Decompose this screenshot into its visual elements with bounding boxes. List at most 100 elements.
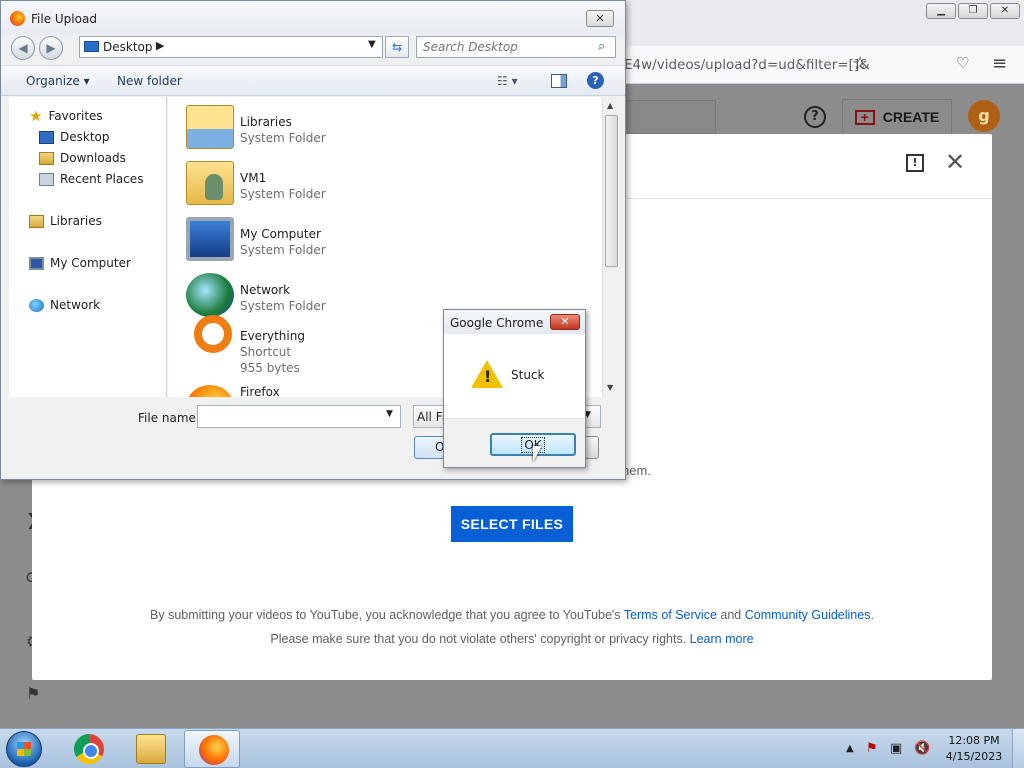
nav-my-computer[interactable]: My Computer [29, 256, 131, 270]
list-item[interactable]: Firefox [186, 371, 446, 397]
alert-titlebar: Google Chrome ✕ [444, 310, 585, 334]
terms-of-service-link[interactable]: Terms of Service [624, 608, 717, 622]
feedback-icon[interactable]: ! [906, 154, 924, 172]
nav-desktop[interactable]: Desktop [39, 130, 110, 144]
show-desktop-button[interactable] [1012, 729, 1024, 768]
nav-label: Libraries [50, 214, 102, 228]
file-type: System Folder [240, 299, 326, 313]
list-item[interactable]: My Computer System Folder [186, 211, 446, 263]
file-name: My Computer [240, 227, 321, 241]
start-button[interactable] [6, 731, 42, 767]
filter-value: All Fi [417, 410, 446, 424]
scrollbar[interactable]: ▲ ▼ [602, 97, 619, 397]
chrome-alert-dialog: Google Chrome ✕ ! Stuck OK [443, 309, 586, 468]
avatar[interactable]: g [968, 100, 1000, 132]
community-guidelines-link[interactable]: Community Guidelines [745, 608, 871, 622]
file-type: System Folder [240, 243, 326, 257]
nav-recent-places[interactable]: Recent Places [39, 172, 143, 186]
nav-network[interactable]: Network [29, 298, 100, 312]
organize-menu[interactable]: Organize ▾ [26, 74, 90, 88]
dialog-titlebar: File Upload ✕ [1, 1, 625, 35]
clock-time: 12:08 PM [948, 734, 1000, 747]
feedback-sidebar-icon[interactable]: ⚑ [26, 684, 40, 703]
alert-title: Google Chrome [450, 316, 544, 330]
close-button[interactable]: ✕ [990, 3, 1020, 19]
navigation-pane: ★ Favorites Desktop Downloads Recent Pla… [9, 97, 167, 397]
taskbar-chrome[interactable] [60, 730, 116, 768]
nav-label: Network [50, 298, 101, 312]
scroll-down-icon[interactable]: ▼ [607, 383, 613, 392]
everything-search-icon [194, 315, 232, 353]
legal-text: and [716, 608, 745, 622]
libraries-icon [186, 105, 234, 149]
create-button[interactable]: + CREATE [842, 99, 952, 135]
scroll-up-icon[interactable]: ▲ [607, 101, 613, 110]
refresh-button[interactable]: ⇆ [385, 36, 409, 58]
volume-muted-icon[interactable]: 🔇 [914, 741, 930, 756]
file-name: Firefox [240, 385, 280, 397]
nav-label: Favorites [48, 109, 103, 123]
taskbar-explorer[interactable] [122, 730, 178, 768]
nav-label: My Computer [50, 256, 131, 270]
legal-text-line-1: By submitting your videos to YouTube, yo… [32, 608, 992, 622]
url-bar[interactable]: E4w/videos/upload?d=ud&filter=[]& [624, 57, 870, 73]
user-folder-icon [186, 161, 234, 205]
chevron-down-icon[interactable]: ▼ [386, 409, 393, 419]
file-name-field[interactable]: ▼ [197, 405, 401, 428]
file-name: VM1 [240, 171, 267, 185]
command-bar: Organize ▾ New folder ☷ ▾ ? [1, 65, 625, 96]
nav-libraries[interactable]: Libraries [29, 214, 102, 228]
recent-places-icon [39, 172, 54, 186]
pocket-icon[interactable]: ♡ [956, 54, 969, 72]
maximize-button[interactable]: ❐ [958, 3, 988, 19]
search-icon[interactable]: ⌕ [598, 39, 605, 54]
nav-downloads[interactable]: Downloads [39, 151, 126, 165]
show-hidden-icons-icon[interactable]: ▲ [846, 743, 854, 754]
address-text: Desktop [103, 40, 153, 54]
legal-text: Please make sure that you do not violate… [270, 632, 690, 646]
search-input[interactable] [417, 37, 597, 57]
nav-label: Downloads [60, 151, 126, 165]
computer-icon [186, 217, 234, 261]
address-bar[interactable]: Desktop ▶ ▼ [79, 36, 383, 58]
legal-text: By submitting your videos to YouTube, yo… [150, 608, 624, 622]
learn-more-link[interactable]: Learn more [690, 632, 754, 646]
forward-button[interactable]: ▶ [39, 36, 63, 60]
preview-pane-icon[interactable] [551, 74, 567, 88]
scroll-thumb[interactable] [605, 115, 618, 267]
chevron-down-icon[interactable]: ▼ [368, 39, 376, 50]
file-type: System Folder [240, 131, 326, 145]
back-button[interactable]: ◀ [11, 36, 35, 60]
network-tray-icon[interactable]: ▣ [890, 741, 902, 756]
nav-label: Recent Places [60, 172, 144, 186]
minimize-button[interactable]: ▁ [926, 3, 956, 19]
list-item[interactable]: Libraries System Folder [186, 99, 446, 151]
nav-favorites[interactable]: ★ Favorites [29, 108, 103, 123]
file-name: Libraries [240, 115, 292, 129]
drag-drop-subtext: hem. [622, 463, 651, 478]
warning-mark: ! [484, 367, 492, 386]
change-view-icon[interactable]: ☷ ▾ [497, 74, 518, 88]
close-icon[interactable]: ✕ [945, 150, 965, 174]
help-icon[interactable]: ? [587, 72, 604, 89]
menu-icon[interactable]: ≡ [992, 53, 1007, 74]
new-folder-button[interactable]: New folder [117, 74, 182, 88]
alert-footer: OK [444, 418, 585, 467]
dialog-title: File Upload [31, 12, 97, 26]
alert-close-button[interactable]: ✕ [550, 314, 580, 330]
taskbar-firefox[interactable] [184, 730, 240, 768]
action-center-icon[interactable]: ⚑ [866, 741, 878, 756]
dialog-close-button[interactable]: ✕ [586, 10, 614, 27]
downloads-folder-icon [39, 151, 54, 165]
folder-icon [136, 734, 166, 764]
file-name: Everything [240, 329, 305, 343]
list-item[interactable]: Network System Folder [186, 267, 446, 319]
list-item[interactable]: VM1 System Folder [186, 155, 446, 207]
select-files-button[interactable]: SELECT FILES [451, 506, 573, 542]
bookmark-star-icon[interactable]: ☆ [852, 53, 868, 74]
help-icon[interactable]: ? [804, 106, 826, 128]
create-video-icon: + [854, 109, 875, 125]
clock[interactable]: 12:08 PM 4/15/2023 [944, 733, 1004, 765]
legal-text: . [870, 608, 874, 622]
chevron-right-icon[interactable]: ▶ [156, 39, 164, 52]
